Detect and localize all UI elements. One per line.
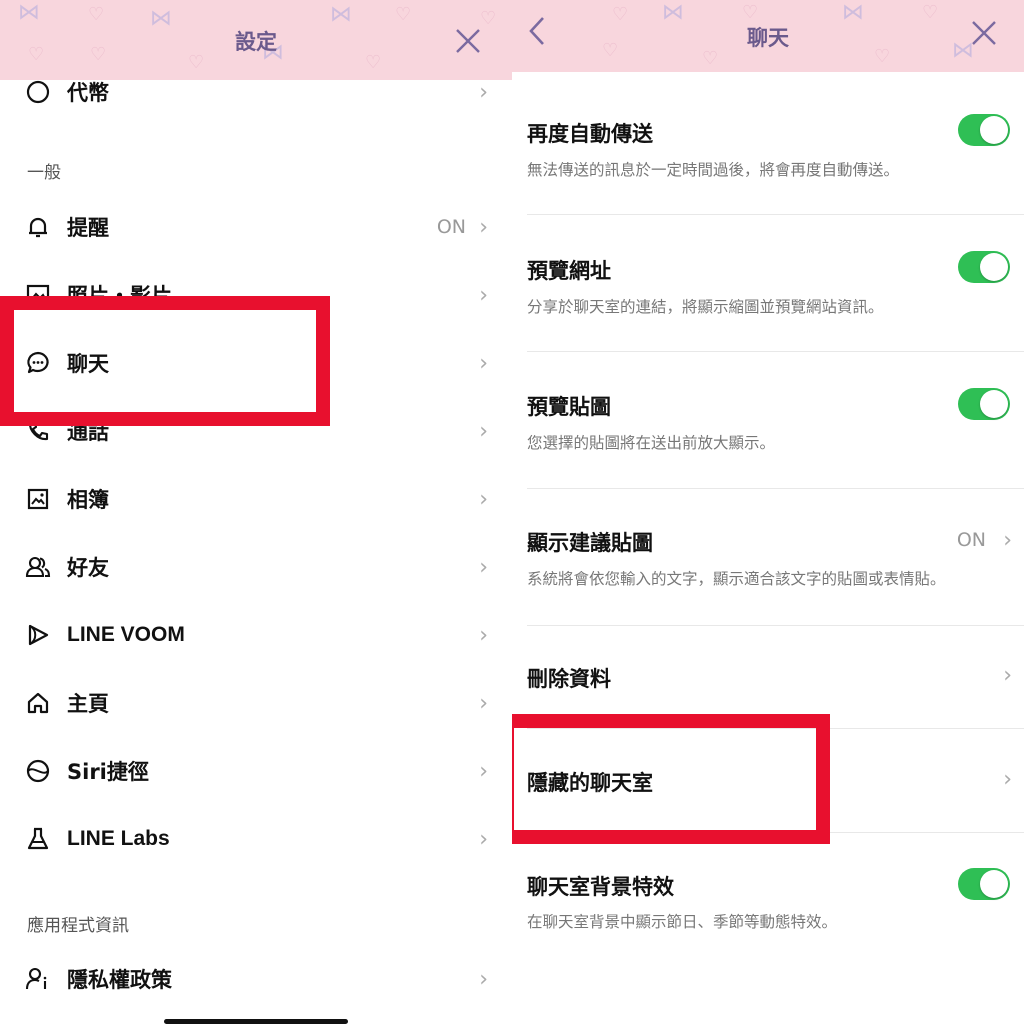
settings-item-label: Siri捷徑 [67,760,149,784]
home-icon [24,689,52,717]
setting-description: 您選擇的貼圖將在送出前放大顯示。 [527,434,776,452]
chevron-right-icon: › [1003,767,1012,792]
heart-decoration-icon: ♡ [742,2,759,23]
settings-item-label: LINE VOOM [67,623,185,646]
settings-item-line-voom[interactable]: LINE VOOM › [0,601,512,669]
setting-description: 系統將會依您輸入的文字，顯示適合該文字的貼圖或表情貼。 [527,570,946,588]
settings-item-label: 代幣 [67,81,109,105]
bell-icon [24,213,52,241]
album-icon [24,485,52,513]
setting-title: 預覽貼圖 [527,395,611,419]
chevron-right-icon: › [1003,528,1012,553]
heart-decoration-icon: ♡ [88,4,105,25]
settings-item-label: 相簿 [67,488,109,512]
page-title: 設定 [235,30,277,54]
close-icon[interactable] [964,16,1004,56]
settings-item-home[interactable]: 主頁 › [0,669,512,737]
background-effects-toggle[interactable] [958,868,1010,900]
heart-decoration-icon: ♡ [395,4,412,25]
section-header-general: 一般 [27,163,61,183]
settings-item-label: 隱私權政策 [67,968,172,992]
status-text: ON [436,216,466,238]
chevron-right-icon: › [479,214,488,240]
chevron-right-icon: › [479,826,488,852]
settings-item-label: 好友 [67,556,109,580]
setting-title: 預覽網址 [527,259,611,283]
chevron-right-icon: › [479,486,488,512]
settings-item-label: 提醒 [67,216,109,240]
setting-url-preview: 預覽網址 分享於聊天室的連結，將顯示縮圖並預覽網站資訊。 [512,215,1024,352]
setting-title: 顯示建議貼圖 [527,531,653,555]
setting-description: 分享於聊天室的連結，將顯示縮圖並預覽網站資訊。 [527,298,884,316]
highlight-box-chat [0,296,330,426]
sticker-preview-toggle[interactable] [958,388,1010,420]
friends-icon [24,553,52,581]
chevron-right-icon: › [479,622,488,648]
chat-settings-panel: ♡ ⋈ ♡ ♡ ⋈ ♡ ♡ ⋈ ♡ 聊天 再度自動傳送 無法傳送的訊息於一定時間… [512,0,1024,1024]
coin-icon [24,78,52,106]
setting-background-effects: 聊天室背景特效 在聊天室背景中顯示節日、季節等動態特效。 [512,833,1024,953]
settings-panel: ⋈ ♡ ⋈ ♡ ♡ ♡ ⋈ ♡ ♡ ⋈ ♡ 設定 代幣 › 一般 提醒 ON › [0,0,512,1024]
page-title: 聊天 [747,26,789,50]
chevron-right-icon: › [479,758,488,784]
chevron-right-icon: › [479,966,488,992]
setting-sticker-preview: 預覽貼圖 您選擇的貼圖將在送出前放大顯示。 [512,352,1024,489]
setting-suggested-stickers[interactable]: 顯示建議貼圖 系統將會依您輸入的文字，顯示適合該文字的貼圖或表情貼。 ON › [512,489,1024,626]
voom-icon [24,621,52,649]
settings-header: ⋈ ♡ ⋈ ♡ ♡ ♡ ⋈ ♡ ♡ ⋈ ♡ 設定 [0,0,512,80]
settings-item-friends[interactable]: 好友 › [0,533,512,601]
auto-resend-toggle[interactable] [958,114,1010,146]
settings-item-label: 主頁 [67,692,109,716]
home-indicator [164,1019,348,1024]
chevron-right-icon: › [479,282,488,308]
status-text: ON [956,529,986,551]
chat-settings-header: ♡ ⋈ ♡ ♡ ⋈ ♡ ♡ ⋈ ♡ 聊天 [512,0,1024,72]
setting-auto-resend: 再度自動傳送 無法傳送的訊息於一定時間過後，將會再度自動傳送。 [512,78,1024,215]
chevron-right-icon: › [479,690,488,716]
bow-decoration-icon: ⋈ [330,2,352,27]
close-icon[interactable] [448,24,488,64]
chevron-right-icon: › [479,79,488,105]
settings-item-privacy-policy[interactable]: 隱私權政策 › [0,945,512,1013]
url-preview-toggle[interactable] [958,251,1010,283]
highlight-box-hidden-chats [512,714,830,844]
settings-item-line-labs[interactable]: LINE Labs › [0,805,512,873]
setting-title: 再度自動傳送 [527,122,653,146]
settings-item-notifications[interactable]: 提醒 ON › [0,193,512,261]
siri-icon [24,757,52,785]
chevron-right-icon: › [1003,663,1012,688]
chevron-right-icon: › [479,554,488,580]
chevron-right-icon: › [479,418,488,444]
setting-description: 在聊天室背景中顯示節日、季節等動態特效。 [527,913,838,931]
settings-item-siri-shortcuts[interactable]: Siri捷徑 › [0,737,512,805]
bow-decoration-icon: ⋈ [18,0,40,25]
heart-decoration-icon: ♡ [922,2,939,23]
flask-icon [24,825,52,853]
chevron-right-icon: › [479,350,488,376]
setting-description: 無法傳送的訊息於一定時間過後，將會再度自動傳送。 [527,161,900,179]
settings-item-label: LINE Labs [67,827,170,850]
setting-title: 刪除資料 [527,667,611,691]
settings-item-album[interactable]: 相簿 › [0,465,512,533]
section-header-app-info: 應用程式資訊 [27,916,129,936]
setting-title: 聊天室背景特效 [527,875,674,899]
privacy-icon [24,965,52,993]
